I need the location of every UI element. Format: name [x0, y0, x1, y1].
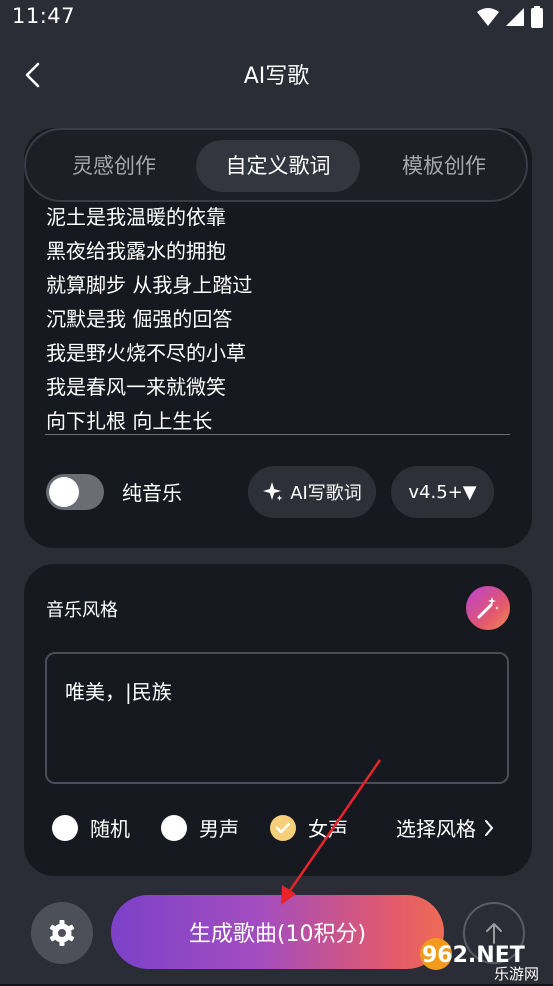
- magic-wand-button[interactable]: [466, 586, 510, 630]
- sparkle-icon: [263, 482, 283, 501]
- gear-icon: [49, 920, 75, 946]
- tab-custom-lyrics[interactable]: 自定义歌词: [196, 140, 360, 192]
- music-style-title: 音乐风格: [46, 600, 118, 621]
- lyric-line: 沉默是我 倔强的回答: [46, 307, 233, 331]
- chevron-right-icon: [485, 819, 493, 836]
- status-bar: 11:47: [0, 0, 553, 36]
- lyric-line: 就算脚步 从我身上踏过: [46, 273, 253, 297]
- status-time: 11:47: [12, 4, 76, 28]
- toggle-knob: [49, 477, 79, 507]
- style-input-value: 唯美，|民族: [65, 680, 172, 704]
- pure-music-toggle[interactable]: [46, 474, 104, 510]
- lyric-line: 泥土是我温暖的依靠: [46, 205, 226, 229]
- status-icons: [477, 6, 543, 28]
- signal-icon: [506, 8, 524, 26]
- lyric-line: 我是野火烧不尽的小草: [46, 341, 246, 365]
- tab-template[interactable]: 模板创作: [370, 140, 518, 192]
- check-icon: [275, 822, 291, 834]
- lyric-line: 黑夜给我露水的拥抱: [46, 239, 226, 263]
- wifi-icon: [477, 8, 499, 26]
- radio-female[interactable]: [270, 815, 296, 841]
- lyric-line: 我是春风一来就微笑: [46, 375, 226, 399]
- radio-male-label: 男声: [199, 817, 239, 841]
- style-input[interactable]: 唯美，|民族: [45, 652, 509, 784]
- select-style-link[interactable]: 选择风格: [396, 813, 494, 842]
- battery-icon: [531, 6, 543, 28]
- pure-music-label: 纯音乐: [122, 481, 182, 505]
- select-style-label: 选择风格: [396, 817, 476, 841]
- app-bar: AI写歌: [0, 36, 553, 114]
- magic-wand-icon: [477, 597, 499, 619]
- lyrics-textarea[interactable]: 泥土是我温暖的依靠 黑夜给我露水的拥抱 就算脚步 从我身上踏过 沉默是我 倔强的…: [46, 202, 508, 440]
- radio-random[interactable]: [52, 815, 78, 841]
- version-select[interactable]: v4.5+▼: [391, 466, 494, 518]
- mode-tabs: 灵感创作 自定义歌词 模板创作: [24, 128, 528, 202]
- radio-female-label: 女声: [308, 817, 348, 841]
- tab-inspiration[interactable]: 灵感创作: [40, 140, 188, 192]
- settings-button[interactable]: [31, 902, 93, 964]
- radio-random-label: 随机: [90, 817, 130, 841]
- watermark-subtext: 乐游网: [494, 965, 539, 982]
- generate-song-button[interactable]: 生成歌曲(10积分): [111, 895, 444, 969]
- watermark-logo: 962.NET 乐游网: [416, 934, 546, 983]
- ai-lyrics-label: AI写歌词: [290, 483, 362, 504]
- ai-lyrics-button[interactable]: AI写歌词: [248, 466, 376, 518]
- page-title: AI写歌: [243, 64, 310, 89]
- radio-male[interactable]: [161, 815, 187, 841]
- lyrics-divider: [45, 434, 510, 435]
